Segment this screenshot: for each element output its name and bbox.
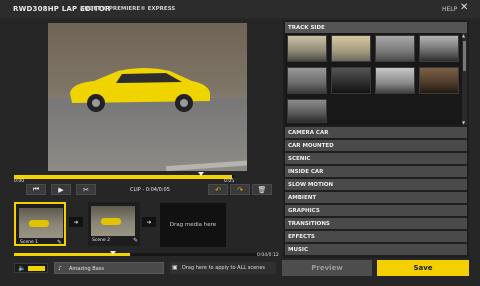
- trash-icon[interactable]: 🗑: [252, 184, 272, 195]
- timeline-handle[interactable]: [110, 251, 116, 255]
- category-scenic[interactable]: SCENIC: [285, 153, 467, 164]
- media-thumbnail[interactable]: [375, 35, 415, 62]
- category-slow-motion[interactable]: SLOW MOTION: [285, 179, 467, 190]
- arrow-right-icon[interactable]: ➜: [69, 217, 83, 227]
- media-thumbnail[interactable]: [375, 67, 415, 94]
- apply-all-label: Drag here to apply to ALL scenes: [182, 265, 266, 271]
- category-effects[interactable]: EFFECTS: [285, 231, 467, 242]
- wrench-icon[interactable]: ✎: [57, 239, 62, 246]
- shuffle-icon[interactable]: ✂: [76, 184, 96, 195]
- speaker-icon: 🔈: [18, 265, 26, 272]
- category-label: EFFECTS: [288, 233, 315, 240]
- redo-icon[interactable]: ↷: [230, 184, 250, 195]
- category-label: AMBIENT: [288, 194, 317, 201]
- timeline-track: [130, 253, 274, 256]
- arrow-right-icon[interactable]: ➜: [142, 217, 156, 227]
- media-thumbnail[interactable]: [419, 35, 459, 62]
- volume-control[interactable]: 🔈: [14, 263, 48, 273]
- lap-editor-window: RWD308HP LAP EDITOR ADOBE® PREMIERE® EXP…: [0, 0, 480, 286]
- media-dropzone[interactable]: Drag media here: [160, 203, 226, 247]
- music-track[interactable]: ♪ Amazing Bass: [54, 262, 164, 274]
- scene-thumbnail: [91, 206, 135, 236]
- category-camera-car[interactable]: CAMERA CAR: [285, 127, 467, 138]
- timeline-time: 0:04/0:12: [257, 253, 279, 258]
- media-thumbnail[interactable]: [331, 35, 371, 62]
- category-label: INSIDE CAR: [288, 168, 324, 175]
- category-label: SCENIC: [288, 155, 311, 162]
- category-label: MUSIC: [288, 246, 308, 253]
- thumbnail-scrollbar[interactable]: ▲ ▼: [462, 33, 467, 125]
- category-label: GRAPHICS: [288, 207, 320, 214]
- category-track-side[interactable]: TRACK SIDE: [285, 22, 467, 33]
- audio-row: 🔈 ♪ Amazing Bass ▣ Drag here to apply to…: [14, 262, 276, 274]
- media-thumbnail[interactable]: [331, 67, 371, 94]
- category-music[interactable]: MUSIC: [285, 244, 467, 255]
- media-thumbnail[interactable]: [287, 67, 327, 94]
- media-library-panel: TRACK SIDE ▲ ▼ CAMERA CAR CAR MOUNTED SC…: [283, 20, 469, 258]
- clip-time-label: CLIP - 0:04/0:05: [130, 187, 170, 193]
- scene-label: Scene 1: [20, 240, 39, 245]
- scene-1[interactable]: Scene 1 ✎: [14, 202, 66, 246]
- music-note-icon: ▣: [172, 264, 178, 271]
- scroll-thumb[interactable]: [463, 41, 466, 71]
- category-ambient[interactable]: AMBIENT: [285, 192, 467, 203]
- thumbnail-grid: [285, 33, 463, 125]
- scene-thumbnail: [19, 208, 63, 238]
- play-icon[interactable]: ▶: [51, 184, 71, 195]
- media-thumbnail[interactable]: [287, 99, 327, 123]
- wrench-icon[interactable]: ✎: [133, 237, 138, 244]
- media-thumbnail[interactable]: [287, 35, 327, 62]
- category-graphics[interactable]: GRAPHICS: [285, 205, 467, 216]
- media-thumbnail[interactable]: [419, 67, 459, 94]
- car-image: [70, 68, 210, 112]
- preview-button[interactable]: Preview: [282, 260, 372, 276]
- title-bar: RWD308HP LAP EDITOR ADOBE® PREMIERE® EXP…: [0, 0, 480, 18]
- help-link[interactable]: HELP: [442, 6, 457, 13]
- undo-icon[interactable]: ↶: [208, 184, 228, 195]
- scroll-down-icon[interactable]: ▼: [462, 120, 465, 125]
- category-label: TRACK SIDE: [288, 24, 325, 31]
- scene-strip: Scene 1 ✎ ➜ Scene 2 ✎ ➜ Drag media here: [14, 200, 264, 248]
- music-note-icon: ♪: [58, 265, 62, 272]
- category-label: SLOW MOTION: [288, 181, 334, 188]
- category-inside-car[interactable]: INSIDE CAR: [285, 166, 467, 177]
- scene-2[interactable]: Scene 2 ✎: [88, 202, 140, 246]
- scrubber-handle[interactable]: [198, 172, 204, 176]
- video-preview[interactable]: [48, 23, 247, 171]
- video-scrubber[interactable]: [14, 172, 234, 182]
- app-subtitle: ADOBE® PREMIERE® EXPRESS: [80, 6, 176, 12]
- close-icon[interactable]: ✕: [460, 3, 468, 13]
- music-label: Amazing Bass: [69, 266, 105, 272]
- category-label: CAR MOUNTED: [288, 142, 334, 149]
- save-button[interactable]: Save: [377, 260, 469, 276]
- volume-level: [28, 266, 45, 271]
- timeline-bar[interactable]: [14, 251, 274, 259]
- apply-all-dropzone[interactable]: ▣ Drag here to apply to ALL scenes: [170, 262, 276, 274]
- scroll-up-icon[interactable]: ▲: [462, 33, 465, 38]
- transport-controls: ⏮ ▶ ✂ CLIP - 0:04/0:05 ↶ ↷ 🗑: [14, 184, 274, 196]
- category-label: TRANSITIONS: [288, 220, 330, 227]
- scene-label: Scene 2: [92, 238, 111, 243]
- category-label: CAMERA CAR: [288, 129, 329, 136]
- category-car-mounted[interactable]: CAR MOUNTED: [285, 140, 467, 151]
- skip-back-icon[interactable]: ⏮: [26, 184, 46, 195]
- category-transitions[interactable]: TRANSITIONS: [285, 218, 467, 229]
